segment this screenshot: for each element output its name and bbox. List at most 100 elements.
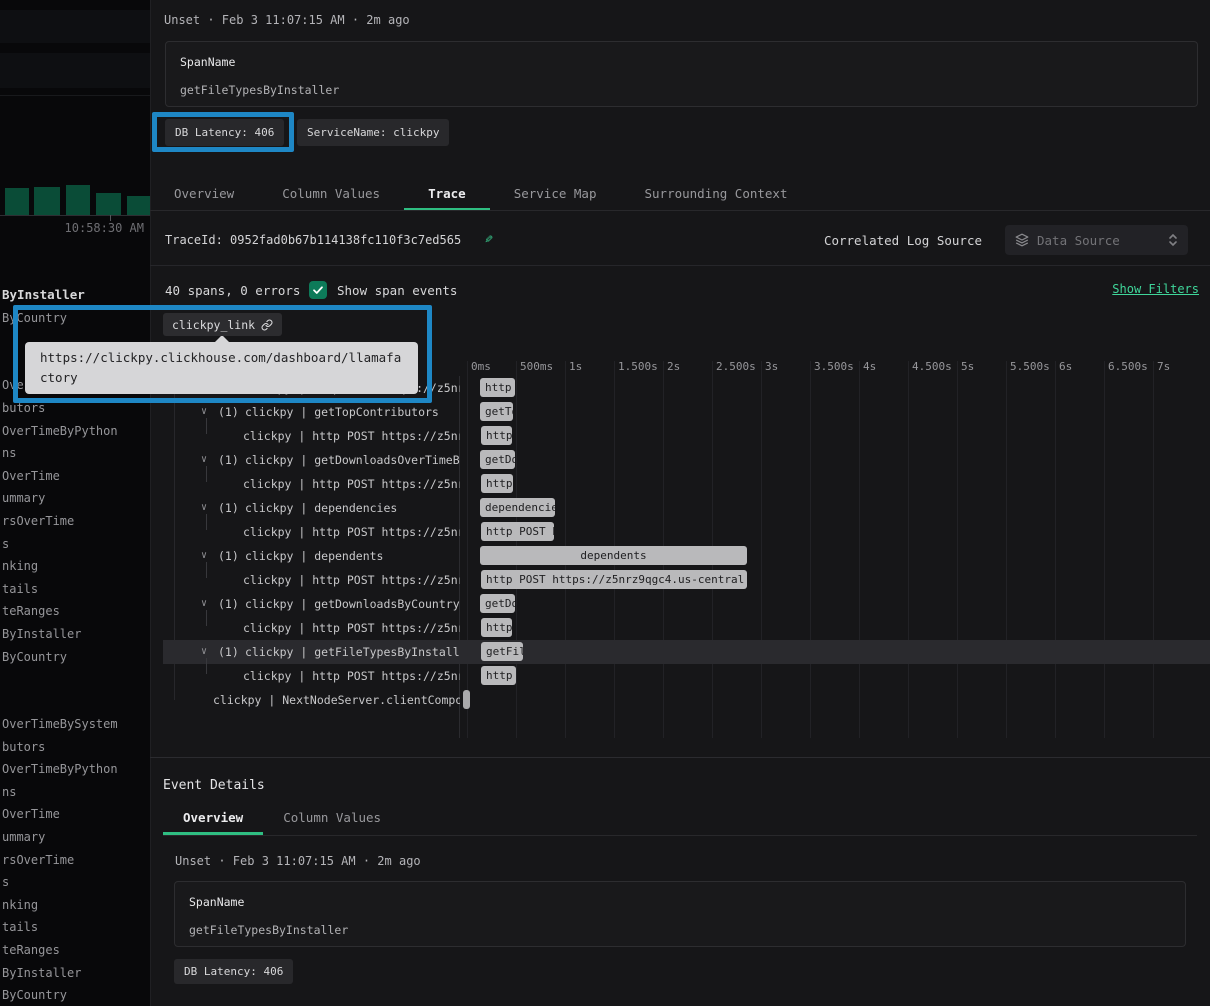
sidebar-item[interactable]: OverTimeByPython: [2, 758, 150, 781]
span-name-label: clickpy | http POST https://z5nrz9: [243, 616, 460, 640]
sidebar-item[interactable]: teRanges: [2, 939, 150, 962]
span-duration-bar[interactable]: [463, 690, 470, 709]
sidebar-item[interactable]: butors: [2, 736, 150, 759]
chevron-down-icon[interactable]: ∨: [201, 496, 207, 520]
span-tree-row[interactable]: clickpy | http POST https://z5nrz9: [163, 520, 460, 544]
span-duration-bar[interactable]: getDownloadsByCountry: [480, 594, 515, 613]
db-latency-badge[interactable]: DB Latency: 406: [165, 119, 284, 146]
tab-overview[interactable]: Overview: [163, 802, 263, 835]
chevron-down-icon[interactable]: ∨: [201, 592, 207, 616]
sidebar-item[interactable]: ns: [2, 442, 150, 465]
tab-trace[interactable]: Trace: [404, 178, 490, 210]
data-source-placeholder: Data Source: [1037, 233, 1160, 248]
sidebar-item[interactable]: s: [2, 871, 150, 894]
link-url-tooltip: https://clickpy.clickhouse.com/dashboard…: [25, 342, 418, 394]
span-tree-row[interactable]: clickpy | http POST https://z5nrz9: [163, 616, 460, 640]
event-span-name-key: SpanName: [189, 895, 244, 909]
span-tree-row[interactable]: ∨(1)clickpy | dependents: [163, 544, 460, 568]
sidebar-item[interactable]: nking: [2, 555, 150, 578]
span-name-label: clickpy | http POST https://z5nrz9: [243, 424, 460, 448]
sidebar-item[interactable]: s: [2, 533, 150, 556]
sidebar-item[interactable]: butors: [2, 397, 150, 420]
chevron-down-icon[interactable]: ∨: [201, 448, 207, 472]
span-child-count: (1): [218, 400, 239, 424]
span-duration-bar[interactable]: http POST https://z5nrz9qgc4.us-central: [481, 474, 513, 493]
sidebar-item[interactable]: ns: [2, 781, 150, 804]
span-child-count: (1): [218, 592, 239, 616]
sidebar-item[interactable]: nking: [2, 894, 150, 917]
divider: [150, 265, 1210, 266]
sidebar-item[interactable]: teRanges: [2, 600, 150, 623]
tab-column-values[interactable]: Column Values: [258, 178, 404, 210]
span-duration-bar[interactable]: dependencies: [480, 498, 555, 517]
event-details-title: Event Details: [163, 778, 265, 793]
span-tree-row[interactable]: clickpy | http POST https://z5nrz9: [163, 664, 460, 688]
span-tree-row[interactable]: ∨(1)clickpy | getFileTypesByInstaller: [163, 640, 460, 664]
span-duration-bar[interactable]: http POST https://z5nrz9qgc4.us-central: [481, 618, 512, 637]
span-name-label: clickpy | http POST https://z5nrz9: [243, 520, 460, 544]
span-duration-bar[interactable]: http POST https://z5nrz9qgc4.us-central: [481, 522, 554, 541]
chart-bar: [127, 196, 151, 215]
span-name-label: clickpy | http POST https://z5nrz9: [243, 664, 460, 688]
span-tree-row[interactable]: clickpy | http POST https://z5nrz9: [163, 424, 460, 448]
sidebar-item[interactable]: ByInstaller: [2, 623, 150, 646]
span-duration-bar[interactable]: getFileTypesByInstaller: [481, 642, 523, 661]
service-name-badge[interactable]: ServiceName: clickpy: [297, 119, 449, 146]
span-tree-row[interactable]: ∨(1)clickpy | getDownloadsByCountry: [163, 592, 460, 616]
sidebar-item[interactable]: rsOverTime: [2, 849, 150, 872]
span-name-label: clickpy | getTopContributors: [245, 400, 439, 424]
span-duration-bar[interactable]: dependents: [480, 546, 747, 565]
sidebar-item[interactable]: ummary: [2, 826, 150, 849]
sidebar-item[interactable]: ByCountry: [2, 646, 150, 669]
show-span-events-label[interactable]: Show span events: [337, 283, 457, 298]
show-span-events-checkbox[interactable]: [309, 281, 327, 299]
sidebar-item[interactable]: ByInstaller: [2, 962, 150, 985]
span-duration-bar[interactable]: http POST https://z5nrz9qgc4.us-central: [480, 378, 515, 397]
span-duration-bar[interactable]: getTopContributors: [480, 402, 513, 421]
span-duration-bar[interactable]: getDownloadsOverTimeBySystem: [480, 450, 515, 469]
tab-overview[interactable]: Overview: [150, 178, 258, 210]
span-tree-row[interactable]: ∨(1)clickpy | dependencies: [163, 496, 460, 520]
check-icon: [312, 284, 324, 296]
span-duration-bar[interactable]: http POST https://z5nrz9qgc4.us-central: [481, 570, 747, 589]
tab-column-values[interactable]: Column Values: [263, 802, 401, 835]
chevron-down-icon[interactable]: ∨: [201, 544, 207, 568]
data-source-select[interactable]: Data Source: [1005, 225, 1188, 255]
event-db-latency-badge[interactable]: DB Latency: 406: [174, 959, 293, 984]
span-count-summary: 40 spans, 0 errors: [165, 283, 300, 298]
span-child-count: (1): [218, 544, 239, 568]
chart-bar: [96, 193, 121, 215]
span-tree-row[interactable]: ∨(1)clickpy | getDownloadsOverTimeBySyst…: [163, 448, 460, 472]
clickpy-link-badge[interactable]: clickpy_link: [163, 313, 282, 336]
sidebar-item[interactable]: ByCountry: [2, 307, 150, 330]
sidebar-item[interactable]: ByInstaller: [2, 284, 150, 307]
sidebar-item[interactable]: ummary: [2, 487, 150, 510]
span-tree-row[interactable]: clickpy | http POST https://z5nrz9: [163, 568, 460, 592]
span-duration-bar[interactable]: http POST https://z5nrz9qgc4.us-central: [481, 666, 516, 685]
span-tree-row[interactable]: ∨ (1) clickpy | getTopContributors: [163, 400, 460, 424]
sidebar-item[interactable]: tails: [2, 916, 150, 939]
span-child-count: (1): [218, 448, 239, 472]
span-tree-row[interactable]: clickpy | NextNodeServer.clientCompone: [163, 688, 460, 712]
sidebar-item[interactable]: OverTime: [2, 465, 150, 488]
event-meta-line-bottom: Unset · Feb 3 11:07:15 AM · 2m ago: [175, 854, 421, 868]
sidebar-item[interactable]: rsOverTime: [2, 510, 150, 533]
show-filters-link[interactable]: Show Filters: [1112, 282, 1199, 296]
chevron-down-icon[interactable]: ∨: [201, 640, 207, 664]
span-name-key: SpanName: [180, 55, 235, 69]
layers-icon: [1015, 233, 1029, 247]
tab-surrounding-context[interactable]: Surrounding Context: [621, 178, 812, 210]
correlated-log-source-label: Correlated Log Source: [824, 233, 982, 248]
sidebar-item[interactable]: ByCountry: [2, 984, 150, 1006]
span-duration-bar[interactable]: http POST https://z5nrz9qgc4.us-central: [481, 426, 512, 445]
span-tree-row[interactable]: clickpy | http POST https://z5nrz9: [163, 472, 460, 496]
tab-service-map[interactable]: Service Map: [490, 178, 621, 210]
sidebar-item[interactable]: tails: [2, 578, 150, 601]
sidebar-item[interactable]: OverTimeByPython: [2, 420, 150, 443]
sidebar-item[interactable]: OverTime: [2, 803, 150, 826]
sidebar-item[interactable]: OverTimeBySystem: [2, 713, 150, 736]
chevron-down-icon[interactable]: ∨: [201, 400, 207, 424]
chart-bar: [34, 187, 60, 215]
edit-pencil-icon[interactable]: ✎: [485, 232, 493, 247]
span-name-card: SpanName getFileTypesByInstaller: [165, 41, 1198, 107]
